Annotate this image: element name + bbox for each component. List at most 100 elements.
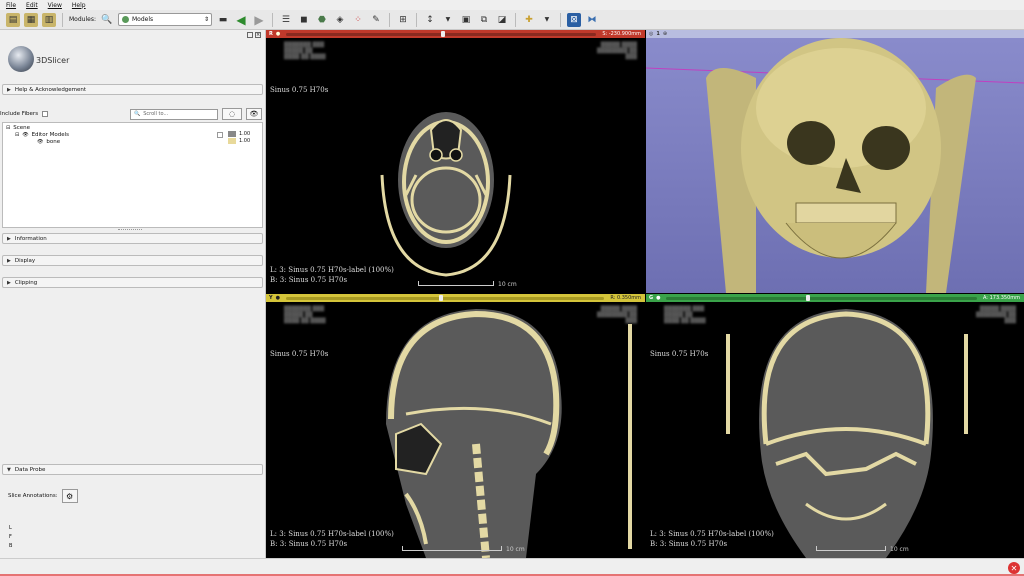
eye-icon[interactable]: 👁 bbox=[246, 108, 262, 120]
scene-view-icon[interactable]: ⧉ bbox=[477, 13, 491, 27]
slice-offset: S: -230.900mm bbox=[602, 31, 641, 37]
close-icon[interactable]: × bbox=[255, 32, 261, 38]
top-left-annotation: Sinus 0.75 H70s bbox=[650, 350, 709, 358]
chevron-down-icon[interactable]: ▼ bbox=[540, 13, 554, 27]
pin-icon[interactable]: ◎ bbox=[646, 31, 653, 37]
ruler-label: 10 cm bbox=[890, 546, 909, 553]
view-letter: R bbox=[269, 31, 273, 37]
pin-icon[interactable]: ● bbox=[276, 31, 280, 37]
green-slice-view[interactable]: G ● A: 173.350mm ███████ ███ █████ ██ ████… bbox=[646, 294, 1024, 558]
status-bar: ✕ bbox=[0, 558, 1024, 576]
yellow-slice-slider[interactable] bbox=[286, 295, 605, 301]
color-swatch-gray[interactable] bbox=[228, 131, 236, 137]
gear-icon[interactable]: ⚙ bbox=[61, 489, 78, 503]
menu-file[interactable]: File bbox=[6, 2, 16, 9]
yellow-slice-view[interactable]: Y ● R: 0.350mm ███████ ███ █████ ██ ████ █… bbox=[266, 294, 645, 558]
patient-info-blurred: ███████ ███ █████ ██ ████ ██ ████ bbox=[284, 306, 326, 324]
main-toolbar: ▤ ▦ ▥ Modules: 🔍 Models ⇕ ▬ ◀ ▶ ☰ ◼ ⬣ ◈ … bbox=[0, 10, 1024, 30]
module-selector[interactable]: Models ⇕ bbox=[117, 13, 212, 26]
logo-text: 3DSlicer bbox=[36, 56, 70, 65]
view-letter: 1 bbox=[656, 31, 660, 37]
search-icon[interactable]: 🔍 bbox=[100, 13, 114, 27]
toolbar-separator bbox=[271, 12, 273, 27]
slicer-logo-icon bbox=[8, 46, 34, 72]
tree-item-editor-models[interactable]: ⊟ 👁 Editor Models bbox=[15, 132, 69, 138]
module-history-icon[interactable]: ▬ bbox=[216, 13, 230, 27]
study-info-blurred: █████ ████ ████████ ██ ███ bbox=[596, 42, 637, 60]
crosshair-icon[interactable]: ✚ bbox=[522, 13, 536, 27]
collapse-icon[interactable]: ⊟ bbox=[15, 132, 19, 138]
error-log-icon[interactable]: ✕ bbox=[1008, 562, 1020, 574]
opacity-value: 1.00 bbox=[239, 131, 251, 137]
clipping-section-label: Clipping bbox=[14, 279, 38, 286]
scroll-to-input[interactable]: 🔍 Scroll to... bbox=[130, 108, 218, 120]
menu-view[interactable]: View bbox=[48, 2, 62, 9]
screenshot-icon[interactable]: ▣ bbox=[459, 13, 473, 27]
transform-icon[interactable]: ◈ bbox=[333, 13, 347, 27]
markups-icon[interactable]: ⁘ bbox=[351, 13, 365, 27]
tree-item-scene[interactable]: ⊟ Scene bbox=[6, 125, 30, 131]
extension-icon[interactable]: ⊠ bbox=[566, 12, 581, 27]
forward-icon[interactable]: ▶ bbox=[252, 13, 266, 27]
include-fibers-checkbox[interactable] bbox=[42, 111, 49, 117]
slice-annotations-row: Slice Annotations: ⚙ bbox=[8, 489, 78, 503]
scene-icon[interactable]: ◌ bbox=[222, 108, 242, 120]
python-icon[interactable]: ⧓ bbox=[585, 13, 599, 27]
red-slice-view[interactable]: R ● S: -230.900mm ███████ ███ █████ ██ ███… bbox=[266, 30, 645, 293]
menu-bar: File Edit View Help bbox=[0, 0, 1024, 10]
back-icon[interactable]: ◀ bbox=[234, 13, 248, 27]
expand-arrow-icon: ▶ bbox=[7, 279, 11, 286]
collapse-icon[interactable]: ⊟ bbox=[6, 125, 10, 131]
red-slice-controller: R ● S: -230.900mm bbox=[266, 30, 645, 38]
threed-view[interactable]: ◎ 1 ⊕ bbox=[646, 30, 1024, 293]
save-icon[interactable]: ▥ bbox=[42, 12, 56, 27]
view-letter: G bbox=[649, 295, 654, 301]
models-icon bbox=[121, 16, 129, 23]
splitter-handle[interactable] bbox=[118, 229, 142, 231]
undock-icon[interactable] bbox=[247, 32, 253, 38]
volume-icon[interactable]: ◼ bbox=[297, 13, 311, 27]
editor-icon[interactable]: ✎ bbox=[369, 13, 383, 27]
load-data-icon[interactable]: ▤ bbox=[6, 12, 20, 27]
display-section-header[interactable]: ▶ Display bbox=[2, 255, 263, 266]
coronal-ct-image bbox=[726, 309, 968, 558]
slider-knob[interactable] bbox=[441, 31, 446, 37]
slicer-logo: 3DSlicer bbox=[4, 42, 264, 82]
menu-edit[interactable]: Edit bbox=[26, 2, 38, 9]
chevron-down-icon[interactable]: ▼ bbox=[441, 13, 455, 27]
help-section-header[interactable]: ▶ Help & Acknowledgement bbox=[2, 84, 263, 95]
pin-icon[interactable]: ● bbox=[276, 295, 280, 301]
layout-grid-icon[interactable]: ⊞ bbox=[396, 13, 410, 27]
probe-letter-b: B bbox=[9, 543, 13, 549]
axial-ct-image bbox=[380, 112, 512, 277]
information-section-header[interactable]: ▶ Information bbox=[2, 233, 263, 244]
bottom-label-annotation: L: 3: Sinus 0.75 H70s-label (100%) bbox=[270, 530, 394, 538]
module-selected-label: Models bbox=[131, 16, 154, 23]
data-probe-section-header[interactable]: ▼ Data Probe bbox=[2, 464, 263, 475]
green-slice-slider[interactable] bbox=[666, 295, 977, 301]
slider-knob[interactable] bbox=[806, 295, 811, 301]
top-left-annotation: Sinus 0.75 H70s bbox=[270, 350, 329, 358]
color-swatch-white[interactable] bbox=[217, 132, 223, 138]
menu-help[interactable]: Help bbox=[72, 2, 86, 9]
data-icon[interactable]: ☰ bbox=[279, 13, 293, 27]
clipping-section-header[interactable]: ▶ Clipping bbox=[2, 277, 263, 288]
models-module-icon[interactable]: ⬣ bbox=[315, 13, 329, 27]
ruler-label: 10 cm bbox=[506, 546, 525, 553]
sync-icon[interactable]: ⊕ bbox=[663, 31, 667, 37]
load-dicom-icon[interactable]: ▦ bbox=[24, 12, 38, 27]
tree-item-bone[interactable]: 👁 bone bbox=[37, 139, 60, 145]
visibility-eye-icon[interactable]: 👁 bbox=[37, 139, 43, 145]
slider-knob[interactable] bbox=[438, 295, 443, 301]
module-panel: × 3DSlicer ▶ Help & Acknowledgement Incl… bbox=[0, 30, 266, 570]
color-swatch-bone[interactable] bbox=[228, 138, 236, 144]
green-slice-controller: G ● A: 173.350mm bbox=[646, 294, 1024, 302]
model-hierarchy-tree: ⊟ Scene ⊟ 👁 Editor Models 👁 bone 1.00 1.… bbox=[2, 122, 263, 228]
red-slice-slider[interactable] bbox=[286, 31, 597, 37]
data-probe-label: Data Probe bbox=[14, 466, 46, 473]
camera-icon[interactable]: ◪ bbox=[495, 13, 509, 27]
mouse-mode-icon[interactable]: ↕ bbox=[423, 13, 437, 27]
visibility-eye-icon[interactable]: 👁 bbox=[22, 132, 28, 138]
pin-icon[interactable]: ● bbox=[656, 295, 660, 301]
tree-bone-label: bone bbox=[46, 139, 61, 145]
